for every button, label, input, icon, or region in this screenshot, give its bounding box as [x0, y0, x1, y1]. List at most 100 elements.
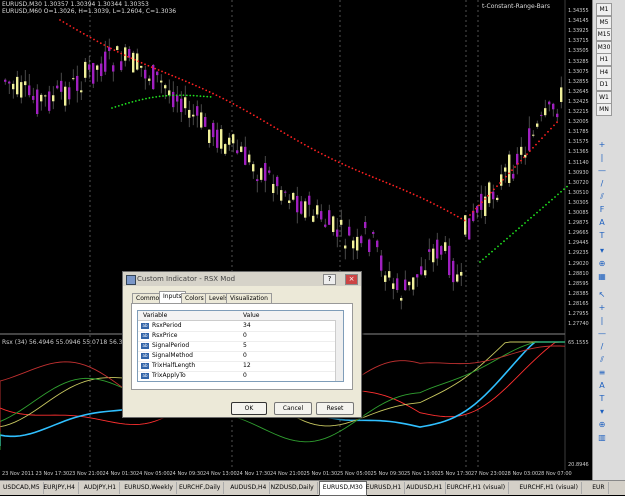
timeframe-h1-button[interactable]: H1 [596, 53, 612, 66]
candle-body [412, 277, 415, 290]
red-signal-dot [62, 21, 65, 23]
red-signal-dot [195, 84, 197, 87]
chart-tab[interactable]: EURCHF,H1 (visual) [444, 482, 510, 494]
arrows-icon[interactable]: ▾ [596, 246, 608, 256]
chart-tab[interactable]: EURUSD,Weekly [121, 482, 177, 494]
candle-body [556, 113, 559, 118]
price-tick-label: 1.33075 [568, 68, 589, 75]
price-tick-label: 1.28385 [568, 290, 589, 297]
chart-tab[interactable]: AUDUSD,H1 [403, 482, 447, 494]
zoom-tool-icon[interactable]: ⊕ [596, 420, 608, 430]
green-signal-dot [199, 95, 202, 97]
red-signal-dot [178, 77, 180, 80]
candle-body [256, 179, 259, 182]
candle-body [240, 146, 243, 152]
crosshair-tool-icon[interactable]: + [596, 303, 608, 313]
chart-tab[interactable]: EURJPY,H4 [40, 482, 79, 494]
chart-tab[interactable]: EUR [589, 482, 609, 494]
variable-value[interactable]: 0 [243, 331, 247, 341]
green-signal-dot [189, 94, 192, 97]
red-signal-dot [123, 54, 126, 57]
green-signal-dot [539, 209, 541, 211]
red-signal-dot [120, 52, 123, 55]
price-tick-label: 1.33715 [568, 38, 589, 45]
variable-value[interactable]: 12 [243, 361, 251, 371]
ok-button[interactable]: OK [231, 402, 267, 415]
trendline-icon[interactable]: / [596, 179, 608, 189]
vline-tool-icon[interactable]: | [596, 316, 608, 326]
timeframe-m1-button[interactable]: M1 [596, 3, 612, 16]
tline-tool-icon[interactable]: / [596, 342, 608, 352]
candle-body [276, 176, 279, 187]
arrow-tool-icon[interactable]: ▾ [596, 407, 608, 417]
red-signal-dot [361, 171, 364, 174]
channel-tool-icon[interactable]: ⫽ [596, 355, 608, 365]
table-row[interactable]: ab TrixApplyTo 0 [138, 371, 335, 381]
candle-body [200, 112, 203, 128]
chart-tab[interactable]: AUDUSD,H4 [227, 482, 271, 494]
variable-value[interactable]: 34 [243, 321, 251, 331]
hline-tool-icon[interactable]: — [596, 329, 608, 339]
red-signal-dot [392, 184, 395, 187]
price-tick-label: 1.33925 [568, 28, 589, 35]
green-signal-dot [500, 242, 502, 245]
red-signal-dot [419, 196, 422, 199]
chart-tab[interactable]: EURCHF,Daily [176, 482, 225, 494]
chart-tab[interactable]: AUDJPY,H1 [81, 482, 121, 494]
timeframe-d1-button[interactable]: D1 [596, 78, 612, 91]
price-tick-label: 1.28810 [568, 270, 589, 277]
red-signal-dot [439, 206, 442, 209]
dialog-title: Custom Indicator - RSX Mod [137, 275, 236, 283]
timeframe-w1-button[interactable]: W1 [596, 90, 612, 104]
grid-icon[interactable]: ▦ [596, 272, 608, 282]
candle-body [76, 75, 79, 91]
horizontal-line-icon[interactable]: — [596, 166, 608, 176]
label-icon[interactable]: T [596, 231, 608, 241]
timeframe-m15-button[interactable]: M15 [596, 28, 612, 41]
candle-body [396, 278, 399, 291]
red-signal-dot [222, 97, 225, 100]
red-signal-dot [429, 201, 432, 204]
timeframe-m5-button[interactable]: M5 [596, 15, 612, 29]
vertical-line-icon[interactable]: | [596, 153, 608, 163]
candle-body [48, 91, 51, 111]
candle-body [148, 78, 151, 81]
candle-body [216, 129, 219, 148]
reset-button[interactable]: Reset [316, 402, 354, 415]
variable-value[interactable]: 5 [243, 341, 247, 351]
text-tool-icon[interactable]: A [596, 381, 608, 391]
help-button[interactable]: ? [323, 274, 336, 285]
timeframe-m30-button[interactable]: M30 [596, 40, 612, 54]
cursor-icon[interactable]: ↖ [596, 290, 608, 300]
dialog-titlebar[interactable]: Custom Indicator - RSX Mod ? × [123, 272, 361, 286]
red-signal-dot [137, 60, 140, 63]
candle-body [468, 218, 471, 240]
crosshair-icon[interactable]: + [596, 140, 608, 150]
red-signal-dot [307, 145, 310, 148]
red-signal-dot [351, 167, 354, 170]
chart-tab[interactable]: EURUSD,H1 [363, 482, 406, 494]
red-signal-dot [144, 63, 146, 66]
red-signal-dot [167, 73, 170, 76]
timeframe-h4-button[interactable]: H4 [596, 65, 612, 79]
chart-tab[interactable]: NZDUSD,Daily [268, 482, 318, 494]
fibo-tool-icon[interactable]: ≡ [596, 368, 608, 378]
green-signal-dot [494, 248, 496, 250]
bars-tool-icon[interactable]: ▥ [596, 433, 608, 443]
cancel-button[interactable]: Cancel [274, 402, 312, 415]
variable-value[interactable]: 0 [243, 371, 247, 381]
variable-value[interactable]: 0 [243, 351, 247, 361]
timeframe-mn-button[interactable]: MN [596, 103, 612, 116]
label-tool-icon[interactable]: T [596, 394, 608, 404]
red-signal-dot [300, 141, 303, 144]
channel-icon[interactable]: ⫽ [596, 192, 608, 202]
chart-tab[interactable]: USDCAD,M5 [0, 482, 44, 494]
chart-tab[interactable]: EURCHF,H1 (visual) [516, 482, 582, 494]
fibo-icon[interactable]: F [596, 205, 608, 215]
candle-body [340, 219, 343, 225]
zoom-in-icon[interactable]: ⊕ [596, 259, 608, 269]
candle-body [460, 271, 463, 276]
close-button[interactable]: × [345, 274, 358, 285]
table-scrollbar[interactable] [335, 320, 343, 381]
text-icon[interactable]: A [596, 218, 608, 228]
